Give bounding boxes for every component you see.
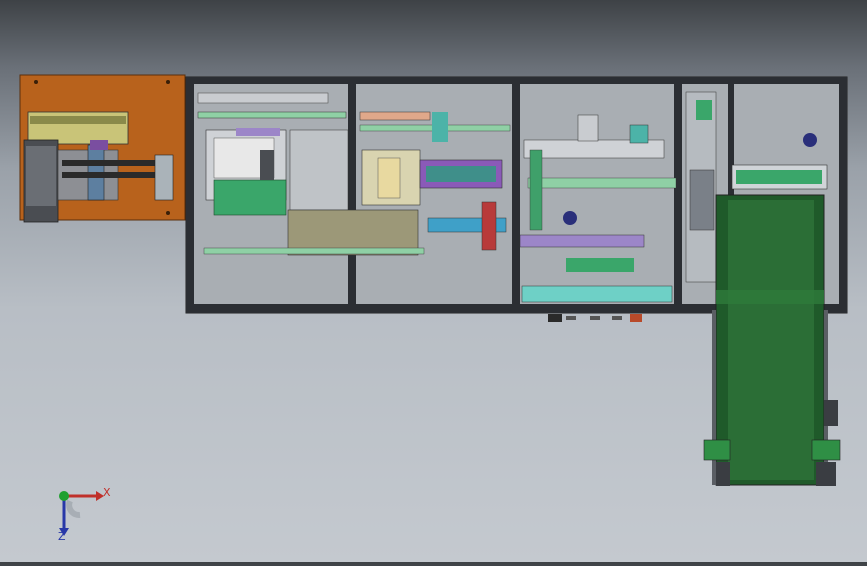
axis-z-label: Z	[58, 530, 66, 543]
cad-viewport[interactable]: X Z	[0, 0, 867, 562]
output-conveyor[interactable]	[703, 194, 841, 486]
axis-x-label: X	[103, 486, 111, 499]
side-drive-plate[interactable]	[19, 74, 186, 223]
cable-connectors	[548, 314, 642, 322]
assembly-model[interactable]	[0, 0, 867, 562]
